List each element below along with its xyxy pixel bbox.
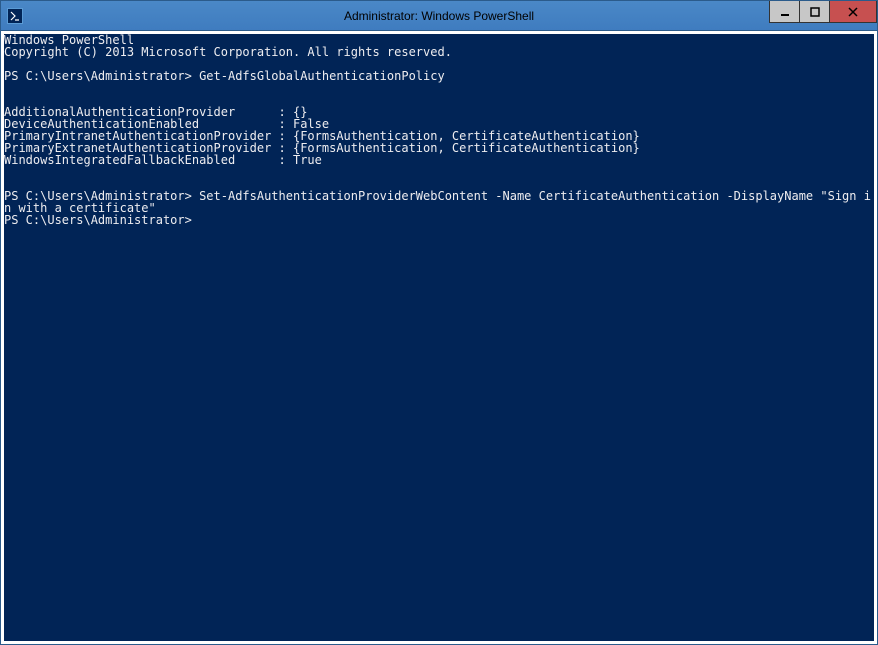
title-bar[interactable]: Administrator: Windows PowerShell [1, 1, 877, 31]
window-controls [769, 1, 877, 23]
console-output[interactable]: Windows PowerShell Copyright (C) 2013 Mi… [4, 34, 874, 641]
close-button[interactable] [829, 1, 877, 23]
maximize-button[interactable] [799, 1, 829, 23]
powershell-icon [7, 8, 23, 24]
powershell-window: Administrator: Windows PowerShell Window… [0, 0, 878, 645]
window-title: Administrator: Windows PowerShell [344, 9, 534, 23]
minimize-button[interactable] [769, 1, 799, 23]
console-wrapper: Windows PowerShell Copyright (C) 2013 Mi… [1, 31, 877, 644]
